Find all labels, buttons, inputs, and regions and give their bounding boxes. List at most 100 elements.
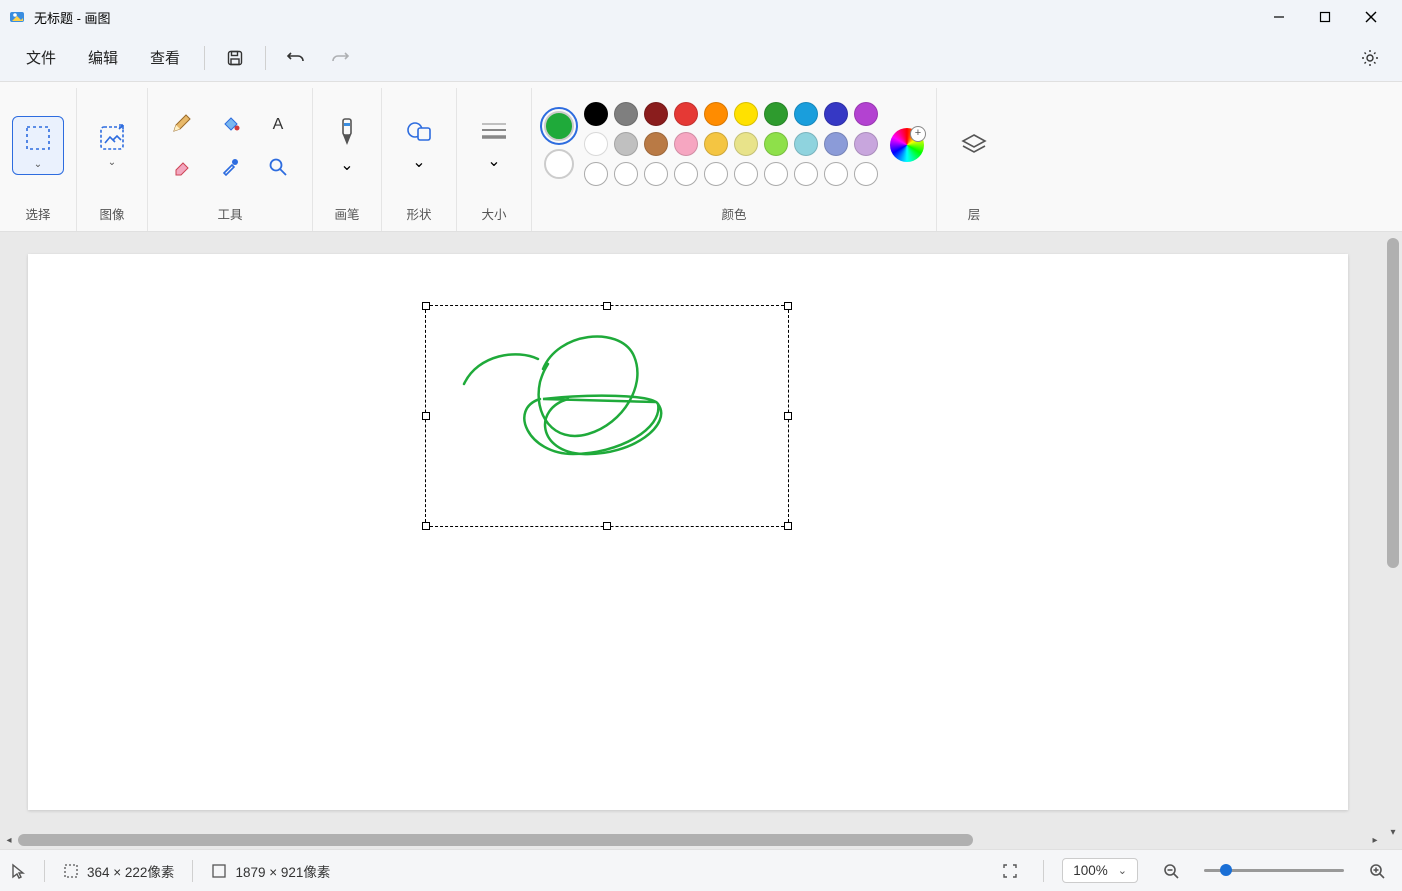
- separator: [204, 46, 205, 70]
- pencil-tool[interactable]: [160, 103, 204, 143]
- color-swatch[interactable]: [794, 102, 818, 126]
- selection-rectangle[interactable]: [425, 305, 789, 527]
- color-swatch[interactable]: [644, 102, 668, 126]
- group-label-tools: 工具: [217, 198, 242, 225]
- hscroll-left-arrow[interactable]: ◂: [2, 833, 16, 847]
- color-swatch[interactable]: [704, 102, 728, 126]
- color-swatch[interactable]: [734, 132, 758, 156]
- menu-view[interactable]: 查看: [136, 41, 194, 74]
- color-swatch[interactable]: [764, 102, 788, 126]
- color-swatch-empty[interactable]: [734, 162, 758, 186]
- magnifier-tool[interactable]: [256, 147, 300, 187]
- resize-handle-nw[interactable]: [422, 302, 430, 310]
- zoom-slider[interactable]: [1204, 869, 1344, 872]
- menu-bar: 文件 编辑 查看: [0, 34, 1402, 82]
- chevron-down-icon: ⌄: [487, 151, 500, 171]
- close-button[interactable]: [1348, 0, 1394, 34]
- color-swatch[interactable]: [824, 132, 848, 156]
- select-tool[interactable]: ⌄: [12, 116, 64, 175]
- color-swatch-empty[interactable]: [584, 162, 608, 186]
- cursor-position: [10, 863, 26, 879]
- color-swatch[interactable]: [674, 132, 698, 156]
- zoom-in-button[interactable]: [1362, 856, 1392, 886]
- resize-handle-se[interactable]: [784, 522, 792, 530]
- minimize-button[interactable]: [1256, 0, 1302, 34]
- color-swatch[interactable]: [704, 132, 728, 156]
- shape-tool[interactable]: ⌄: [394, 112, 444, 178]
- color-swatch-empty[interactable]: [764, 162, 788, 186]
- maximize-button[interactable]: [1302, 0, 1348, 34]
- color-swatch[interactable]: [794, 132, 818, 156]
- resize-handle-sw[interactable]: [422, 522, 430, 530]
- color-swatch[interactable]: [734, 102, 758, 126]
- layers-button[interactable]: [949, 124, 999, 166]
- settings-button[interactable]: [1350, 41, 1390, 75]
- group-label-select: 选择: [25, 198, 50, 225]
- resize-handle-w[interactable]: [422, 412, 430, 420]
- resize-handle-ne[interactable]: [784, 302, 792, 310]
- color-palette: [584, 102, 880, 188]
- color-swatch-empty[interactable]: [704, 162, 728, 186]
- color-picker-button[interactable]: [890, 128, 924, 162]
- canvas-size: 1879 × 921像素: [211, 861, 330, 881]
- group-size: ⌄ 大小: [457, 88, 532, 231]
- resize-handle-s[interactable]: [603, 522, 611, 530]
- image-tool[interactable]: ⌄: [89, 119, 135, 172]
- ribbon: ⌄ 选择 ⌄ 图像 A 工具: [0, 82, 1402, 232]
- selection-size: 364 × 222像素: [63, 861, 174, 881]
- color-swatch[interactable]: [614, 132, 638, 156]
- status-bar: 364 × 222像素 1879 × 921像素 100% ⌄: [0, 849, 1402, 891]
- group-color: 颜色: [532, 88, 937, 231]
- color-swatch[interactable]: [644, 132, 668, 156]
- canvas-viewport: ▾ ◂ ▸: [0, 232, 1402, 849]
- color-swatch-empty[interactable]: [824, 162, 848, 186]
- zoom-slider-knob[interactable]: [1220, 864, 1232, 876]
- text-tool[interactable]: A: [256, 103, 300, 143]
- horizontal-scrollbar[interactable]: ◂ ▸: [2, 833, 1382, 847]
- color-swatch-empty[interactable]: [614, 162, 638, 186]
- resize-handle-n[interactable]: [603, 302, 611, 310]
- title-bar: 无标题 - 画图: [0, 0, 1402, 34]
- fit-to-window-button[interactable]: [995, 856, 1025, 886]
- secondary-color-swatch[interactable]: [544, 149, 574, 179]
- resize-handle-e[interactable]: [784, 412, 792, 420]
- zoom-value: 100%: [1073, 863, 1108, 878]
- brush-tool[interactable]: ⌄: [325, 109, 369, 181]
- vscroll-thumb[interactable]: [1387, 238, 1399, 568]
- color-swatch[interactable]: [824, 102, 848, 126]
- color-swatch[interactable]: [764, 132, 788, 156]
- vscroll-down-arrow[interactable]: ▾: [1386, 825, 1400, 839]
- canvas-size-value: 1879 × 921像素: [235, 861, 330, 881]
- color-swatch[interactable]: [854, 102, 878, 126]
- color-swatch[interactable]: [584, 132, 608, 156]
- menu-edit[interactable]: 编辑: [74, 41, 132, 74]
- primary-color-swatch[interactable]: [544, 111, 574, 141]
- fill-tool[interactable]: [208, 103, 252, 143]
- color-swatch[interactable]: [854, 132, 878, 156]
- color-swatch-empty[interactable]: [644, 162, 668, 186]
- color-swatch-empty[interactable]: [674, 162, 698, 186]
- save-button[interactable]: [215, 41, 255, 75]
- undo-button[interactable]: [276, 41, 316, 75]
- group-brush: ⌄ 画笔: [313, 88, 382, 231]
- color-swatch[interactable]: [614, 102, 638, 126]
- group-label-brush: 画笔: [334, 198, 359, 225]
- eraser-tool[interactable]: [160, 147, 204, 187]
- color-swatch-empty[interactable]: [854, 162, 878, 186]
- color-swatch[interactable]: [674, 102, 698, 126]
- zoom-out-button[interactable]: [1156, 856, 1186, 886]
- group-layer: 层: [937, 88, 1011, 231]
- color-swatch-empty[interactable]: [794, 162, 818, 186]
- size-tool[interactable]: ⌄: [469, 113, 519, 177]
- hscroll-thumb[interactable]: [18, 834, 973, 846]
- group-label-image: 图像: [99, 198, 124, 225]
- hscroll-right-arrow[interactable]: ▸: [1368, 833, 1382, 847]
- drawing-canvas[interactable]: [28, 254, 1348, 810]
- redo-button[interactable]: [320, 41, 360, 75]
- zoom-combobox[interactable]: 100% ⌄: [1062, 858, 1138, 883]
- vertical-scrollbar[interactable]: ▾: [1386, 238, 1400, 823]
- color-swatch[interactable]: [584, 102, 608, 126]
- eyedropper-tool[interactable]: [208, 147, 252, 187]
- menu-file[interactable]: 文件: [12, 41, 70, 74]
- group-label-shape: 形状: [406, 198, 431, 225]
